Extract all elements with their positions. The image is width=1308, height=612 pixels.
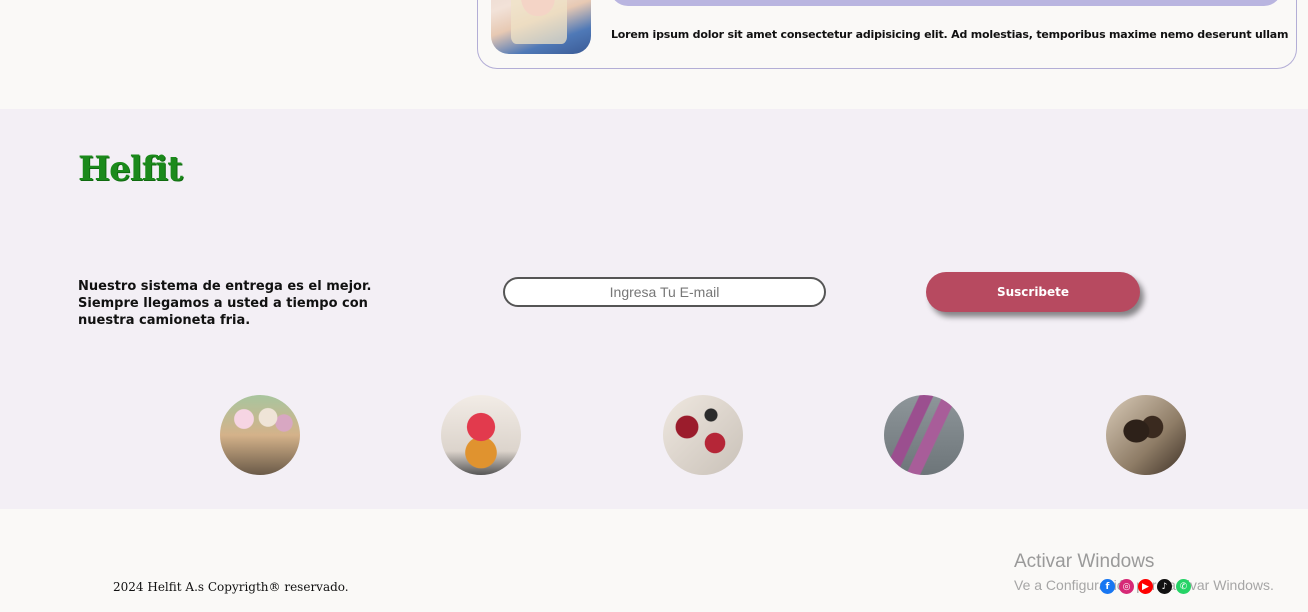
facebook-icon[interactable]: f: [1100, 579, 1115, 594]
footer: Helfit Nuestro sistema de entrega es el …: [0, 109, 1308, 509]
email-input[interactable]: [503, 277, 826, 307]
berry-dessert-photo[interactable]: [663, 395, 743, 475]
testimonial-header-bar: [610, 0, 1282, 6]
tiktok-icon[interactable]: ♪: [1157, 579, 1172, 594]
subscribe-button[interactable]: Suscribete: [926, 272, 1140, 312]
copyright-text: 2024 Helfit A.s Copyrigth® reservado.: [113, 580, 349, 594]
purple-popsicles-photo[interactable]: [884, 395, 964, 475]
footer-logo[interactable]: Helfit: [78, 149, 183, 189]
testimonial-card: Lorem ipsum dolor sit amet consectetur a…: [477, 0, 1297, 69]
testimonial-text: Lorem ipsum dolor sit amet consectetur a…: [611, 28, 1291, 41]
strawberry-cupcake-photo[interactable]: [441, 395, 521, 475]
testimonial-avatar: [491, 0, 591, 54]
social-links: f ◎ ▶ ♪ ✆: [1100, 579, 1191, 594]
instagram-icon[interactable]: ◎: [1119, 579, 1134, 594]
windows-activation-title: Activar Windows: [1014, 551, 1155, 572]
delivery-description: Nuestro sistema de entrega es el mejor. …: [78, 279, 372, 328]
whatsapp-icon[interactable]: ✆: [1176, 579, 1191, 594]
ice-cream-cones-photo[interactable]: [220, 395, 300, 475]
youtube-icon[interactable]: ▶: [1138, 579, 1153, 594]
chocolate-bars-photo[interactable]: [1106, 395, 1186, 475]
